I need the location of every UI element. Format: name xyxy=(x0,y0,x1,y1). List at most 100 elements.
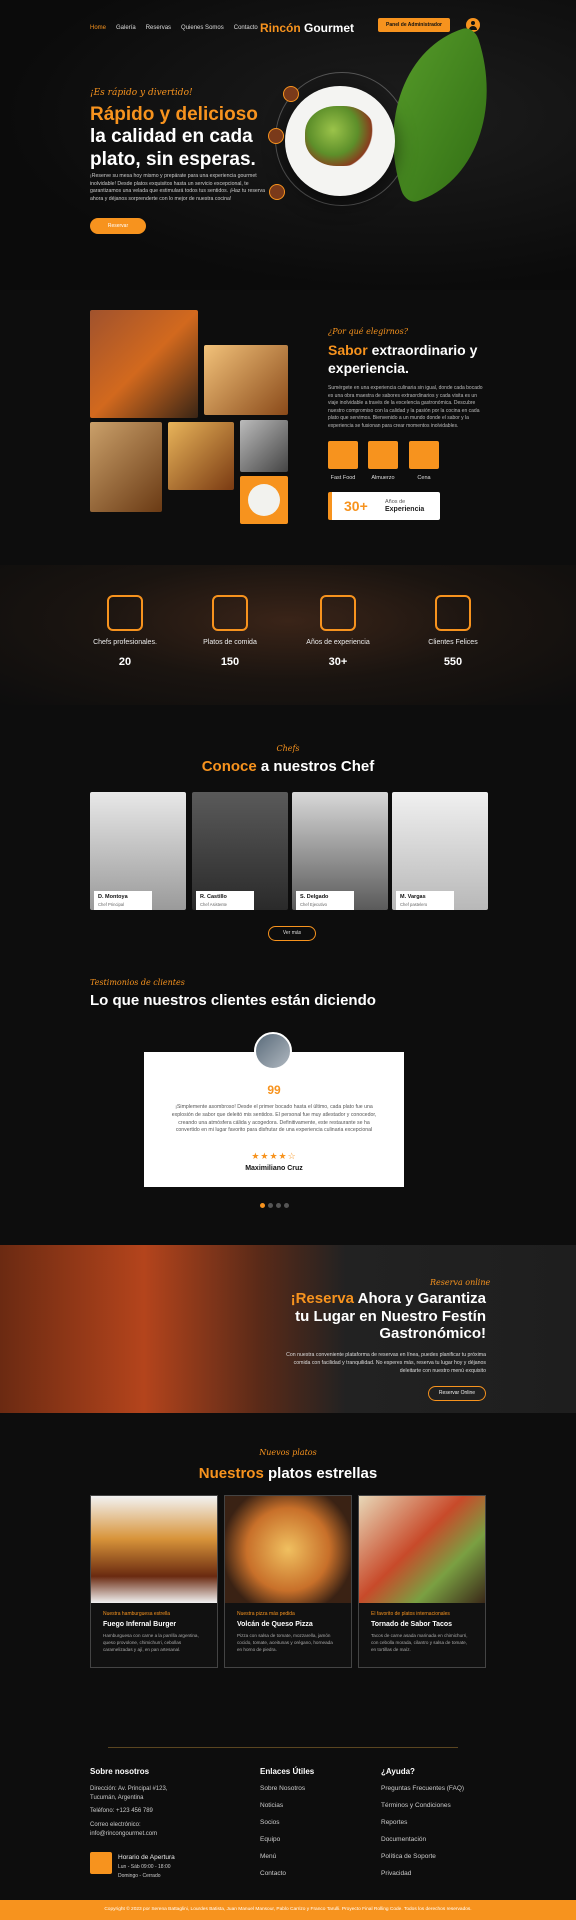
reviewer-avatar xyxy=(254,1032,292,1070)
footer-help-reports[interactable]: Reportes xyxy=(381,1819,407,1826)
testimonial-text: ¡Simplemente asombroso! Desde el primer … xyxy=(171,1104,377,1134)
footer-link-contact[interactable]: Contacto xyxy=(260,1870,286,1877)
dish-subtitle: Nuestra hamburguesa estrella xyxy=(103,1611,170,1617)
dish-card-burger[interactable]: Nuestra hamburguesa estrella Fuego Infer… xyxy=(90,1495,218,1668)
hero-title-rest: la calidad en cada plato, sin esperas. xyxy=(90,126,256,170)
hours-sunday: Domingo - Cerrado xyxy=(118,1873,161,1879)
category-cena[interactable]: Cena xyxy=(409,441,439,481)
copyright-bar: Copyright © 2023 por Serena Battaglini, … xyxy=(0,1900,576,1920)
dish-name: Tornado de Sabor Tacos xyxy=(371,1621,453,1628)
dish-card-pizza[interactable]: Nuestra pizza más pedida Volcán de Queso… xyxy=(224,1495,352,1668)
category-almuerzo[interactable]: Almuerzo xyxy=(368,441,398,481)
dish-description: Hamburguesa con carne a la parrilla arge… xyxy=(103,1633,199,1652)
chef-card-delgado[interactable]: S. Delgado Chef Ejecutivo xyxy=(292,792,388,910)
footer-link-about[interactable]: Sobre Nosotros xyxy=(260,1785,305,1792)
chef-role: Chef Principal xyxy=(98,902,125,907)
hours-week: Lun - Sáb 09:00 - 18:00 xyxy=(118,1864,171,1870)
chefs-title: Conoce a nuestros Chef xyxy=(0,758,576,775)
lunch-icon xyxy=(368,441,398,469)
stat-label: Clientes Felices xyxy=(428,639,478,646)
chef-tag: M. Vargas Chef pastelero xyxy=(396,891,454,910)
nav-reservas[interactable]: Reservas xyxy=(146,25,171,31)
carousel-dot-2[interactable] xyxy=(268,1203,273,1208)
carousel-dot-1[interactable] xyxy=(260,1203,265,1208)
dish-card-tacos[interactable]: El favorito de platos internacionales To… xyxy=(358,1495,486,1668)
footer-email-label: Correo electrónico: xyxy=(90,1822,141,1828)
footer-help-docs[interactable]: Documentación xyxy=(381,1836,426,1843)
stat-value: 550 xyxy=(443,656,463,668)
stat-clients: Clientes Felices 550 xyxy=(398,595,508,668)
top-nav: Home Galería Reservas Quienes Somos Cont… xyxy=(90,18,486,38)
chef-card-castillo[interactable]: R. Castillo Chef Asistente xyxy=(192,792,288,910)
see-more-chefs-button[interactable]: Ver más xyxy=(268,926,316,941)
mini-dish-1[interactable] xyxy=(283,86,299,102)
hero-text: ¡Reserve su mesa hoy mismo y prepárate p… xyxy=(90,173,266,202)
years-small-label: Años de xyxy=(385,499,406,505)
footer-help-support[interactable]: Política de Soporte xyxy=(381,1853,436,1860)
brand-logo[interactable]: Rincón Gourmet xyxy=(260,21,354,35)
hero-reserve-button[interactable]: Reservar xyxy=(90,218,146,234)
about-title-highlight: Sabor xyxy=(328,342,368,358)
carousel-dot-4[interactable] xyxy=(284,1203,289,1208)
dishes-title: Nuestros platos estrellas xyxy=(0,1465,576,1482)
hours-title: Horario de Apertura xyxy=(118,1854,175,1861)
category-label: Almuerzo xyxy=(371,475,395,481)
plate-food xyxy=(305,106,375,166)
footer-email[interactable]: info@rincongourmet.com xyxy=(90,1831,157,1837)
chef-role: Chef Asistente xyxy=(200,902,228,907)
dinner-icon xyxy=(409,441,439,469)
reserve-kicker: Reserva online xyxy=(430,1278,491,1287)
footer-help-privacy[interactable]: Privacidad xyxy=(381,1870,411,1877)
dish-photo xyxy=(91,1496,217,1603)
reserve-online-button[interactable]: Reservar Online xyxy=(428,1386,486,1401)
chef-card-montoya[interactable]: D. Montoya Chef Principal xyxy=(90,792,186,910)
chefs-kicker: Chefs xyxy=(276,744,300,753)
quote-icon: 99 xyxy=(267,1083,281,1097)
chef-tag: D. Montoya Chef Principal xyxy=(94,891,152,910)
reserve-title-highlight: ¡Reserva xyxy=(290,1290,354,1307)
dish-photo xyxy=(225,1496,351,1603)
reserve-text: Con nuestra conveniente plataforma de re… xyxy=(286,1352,486,1374)
chef-card-vargas[interactable]: M. Vargas Chef pastelero xyxy=(392,792,488,910)
footer-address: Dirección: Av. Principal #123, Tucumán, … xyxy=(90,1786,168,1801)
gallery-photo-fried xyxy=(90,422,162,512)
pizza-icon xyxy=(435,595,471,631)
nav-contacto[interactable]: Contacto xyxy=(234,25,258,31)
dish-subtitle: El favorito de platos internacionales xyxy=(371,1611,450,1617)
reviewer-name: Maximiliano Cruz xyxy=(245,1165,303,1172)
salad-plate xyxy=(248,484,280,516)
footer-link-partners[interactable]: Socios xyxy=(260,1819,280,1826)
footer-help-terms[interactable]: Términos y Condiciones xyxy=(381,1802,451,1809)
footer-help-faq[interactable]: Preguntas Frecuentes (FAQ) xyxy=(381,1785,464,1792)
about-title: Sabor extraordinario y experiencia. xyxy=(328,342,498,377)
footer-link-menu[interactable]: Menú xyxy=(260,1853,276,1860)
testimonials-kicker: Testimonios de clientes xyxy=(90,978,185,987)
dish-description: Tacos de carne asada marinada en chimich… xyxy=(371,1633,468,1652)
star-rating: ★★★★☆ xyxy=(251,1151,297,1161)
testimonials-title: Lo que nuestros clientes están diciendo xyxy=(90,992,376,1009)
gallery-photo-tacos xyxy=(90,310,198,418)
chef-tag: S. Delgado Chef Ejecutivo xyxy=(296,891,354,910)
stat-years: Años de experiencia 30+ xyxy=(283,595,393,668)
category-fast-food[interactable]: Fast Food xyxy=(328,441,358,481)
footer-link-news[interactable]: Noticias xyxy=(260,1802,283,1809)
footer-link-team[interactable]: Equipo xyxy=(260,1836,280,1843)
hero-kicker: ¡Es rápido y divertido! xyxy=(90,88,193,98)
chef-role: Chef Ejecutivo xyxy=(300,902,327,907)
nav-home[interactable]: Home xyxy=(90,25,106,31)
category-label: Cena xyxy=(417,475,431,481)
nav-quienes-somos[interactable]: Quienes Somos xyxy=(181,25,224,31)
mini-dish-3[interactable] xyxy=(269,184,285,200)
chef-name: R. Castillo xyxy=(200,894,227,900)
nav-galeria[interactable]: Galería xyxy=(116,25,136,31)
chef-hat-icon xyxy=(107,595,143,631)
about-text: Sumérgete en una experiencia culinaria s… xyxy=(328,385,483,429)
burger-icon xyxy=(212,595,248,631)
dishes-title-rest: platos estrellas xyxy=(267,1465,378,1482)
clock-icon xyxy=(90,1852,112,1874)
admin-panel-button[interactable]: Panel de Administrador xyxy=(378,18,450,32)
about-kicker: ¿Por qué elegirnos? xyxy=(328,327,408,336)
footer-about-title: Sobre nosotros xyxy=(90,1767,150,1776)
category-label: Fast Food xyxy=(330,475,356,481)
carousel-dot-3[interactable] xyxy=(276,1203,281,1208)
